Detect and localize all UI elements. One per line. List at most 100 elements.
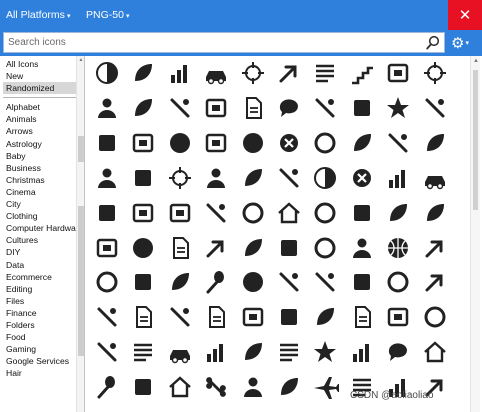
growth-chart-icon[interactable]: [384, 164, 412, 192]
film-roll-icon[interactable]: [93, 234, 121, 262]
stairs-icon[interactable]: [348, 59, 376, 87]
house-icon[interactable]: [166, 373, 194, 401]
sidebar-item-baby[interactable]: Baby: [3, 150, 84, 162]
ruler-bag-icon[interactable]: [275, 303, 303, 331]
ticket-icon[interactable]: [93, 129, 121, 157]
sidebar-scrollbar[interactable]: ▲: [76, 56, 84, 412]
car-icon[interactable]: [421, 164, 449, 192]
columns-icon[interactable]: [348, 338, 376, 366]
chili-pepper-icon[interactable]: [348, 129, 376, 157]
sidebar-item-clothing[interactable]: Clothing: [3, 210, 84, 222]
life-ring-icon[interactable]: [384, 268, 412, 296]
wav-file-icon[interactable]: [239, 94, 267, 122]
server-rack-icon[interactable]: [311, 59, 339, 87]
water-tap-icon[interactable]: [202, 199, 230, 227]
sidebar-item-alphabet[interactable]: Alphabet: [3, 101, 84, 113]
collapse-arrows-icon[interactable]: [275, 59, 303, 87]
compass-star-icon[interactable]: [384, 94, 412, 122]
format-dropdown[interactable]: PNG-50 ▾: [86, 9, 129, 21]
skull-bones-icon[interactable]: [348, 164, 376, 192]
t-shirt-icon[interactable]: [93, 199, 121, 227]
angry-face-icon[interactable]: [421, 303, 449, 331]
bone-icon[interactable]: [202, 373, 230, 401]
beer-mug-icon[interactable]: [348, 199, 376, 227]
delete-circle-icon[interactable]: [275, 129, 303, 157]
fire-hydrant-icon[interactable]: [348, 268, 376, 296]
pliers-icon[interactable]: [166, 94, 194, 122]
image-search-icon[interactable]: [239, 59, 267, 87]
document-icon[interactable]: [202, 303, 230, 331]
sidebar-item-astrology[interactable]: Astrology: [3, 138, 84, 150]
violin-icon[interactable]: [166, 303, 194, 331]
grid-scrollbar[interactable]: ▲: [470, 56, 480, 412]
add-user-icon[interactable]: [93, 94, 121, 122]
chef-hat-icon[interactable]: [239, 268, 267, 296]
sidebar-item-finance[interactable]: Finance: [3, 307, 84, 319]
platform-dropdown[interactable]: All Platforms ▾: [6, 9, 70, 21]
sidebar-item-christmas[interactable]: Christmas: [3, 174, 84, 186]
plant-icon[interactable]: [311, 303, 339, 331]
trash-can-icon[interactable]: [129, 164, 157, 192]
axe-icon[interactable]: [311, 268, 339, 296]
basketball-icon[interactable]: [384, 234, 412, 262]
footprints-icon[interactable]: [275, 373, 303, 401]
paper-stack-icon[interactable]: [275, 338, 303, 366]
garage-icon[interactable]: [275, 199, 303, 227]
sidebar-item-food[interactable]: Food: [3, 331, 84, 343]
underwear-icon[interactable]: [311, 164, 339, 192]
speech-bubble-icon[interactable]: [275, 94, 303, 122]
stock-chart-icon[interactable]: [166, 59, 194, 87]
dinosaur-icon[interactable]: [239, 234, 267, 262]
sidebar-item-all-icons[interactable]: All Icons: [3, 58, 84, 70]
woman-profile-icon[interactable]: [348, 234, 376, 262]
sidebar-item-files[interactable]: Files: [3, 295, 84, 307]
bird-icon[interactable]: [421, 129, 449, 157]
scroll-up-icon[interactable]: ▲: [471, 56, 481, 66]
google-drive-icon[interactable]: [202, 94, 230, 122]
coffin-icon[interactable]: [275, 234, 303, 262]
weight-scale-icon[interactable]: [129, 268, 157, 296]
report-icon[interactable]: [129, 338, 157, 366]
sidebar-item-randomized[interactable]: Randomized: [3, 82, 84, 95]
shield-photo-icon[interactable]: [239, 303, 267, 331]
sidebar-item-cinema[interactable]: Cinema: [3, 186, 84, 198]
search-input[interactable]: [8, 35, 418, 50]
vinyl-record-icon[interactable]: [311, 129, 339, 157]
gingerbread-icon[interactable]: [239, 373, 267, 401]
pill-hand-icon[interactable]: [93, 373, 121, 401]
sidebar-item-animals[interactable]: Animals: [3, 113, 84, 125]
sidebar-item-new[interactable]: New: [3, 70, 84, 82]
sidebar-item-hair[interactable]: Hair: [3, 367, 84, 379]
sidebar-item-cultures[interactable]: Cultures: [3, 234, 84, 246]
sidebar-item-folders[interactable]: Folders: [3, 319, 84, 331]
person-star-icon[interactable]: [311, 338, 339, 366]
wolf-head-icon[interactable]: [129, 94, 157, 122]
sidebar-scroll-thumb[interactable]: [78, 136, 84, 162]
sidebar-item-computer-hardware[interactable]: Computer Hardware: [3, 222, 84, 234]
sd-card-icon[interactable]: [129, 129, 157, 157]
paw-print-icon[interactable]: [239, 129, 267, 157]
settings-button[interactable]: ⚙ ▾: [451, 33, 479, 53]
sidebar-item-arrows[interactable]: Arrows: [3, 125, 84, 137]
calendar-16-icon[interactable]: [384, 59, 412, 87]
arrow-down-right-icon[interactable]: [202, 234, 230, 262]
rifle-icon[interactable]: [275, 268, 303, 296]
sidebar-item-ecommerce[interactable]: Ecommerce: [3, 271, 84, 283]
snow-globe-icon[interactable]: [311, 234, 339, 262]
hand-gun-icon[interactable]: [384, 129, 412, 157]
lunch-box-icon[interactable]: [129, 373, 157, 401]
church-icon[interactable]: [421, 338, 449, 366]
sidebar-item-diy[interactable]: DIY: [3, 246, 84, 258]
spoon-icon[interactable]: [202, 268, 230, 296]
stand-mixer-icon[interactable]: [129, 199, 157, 227]
alarm-clock-icon[interactable]: [93, 268, 121, 296]
opera-icon[interactable]: [239, 199, 267, 227]
sidebar-item-business[interactable]: Business: [3, 162, 84, 174]
close-button[interactable]: ✕: [448, 0, 482, 30]
bus-icon[interactable]: [166, 338, 194, 366]
parking-bulb-icon[interactable]: [166, 129, 194, 157]
guitar-pick-icon[interactable]: [384, 199, 412, 227]
search-icon[interactable]: [425, 34, 441, 51]
clover-icon[interactable]: [239, 338, 267, 366]
snorkel-icon[interactable]: [421, 268, 449, 296]
